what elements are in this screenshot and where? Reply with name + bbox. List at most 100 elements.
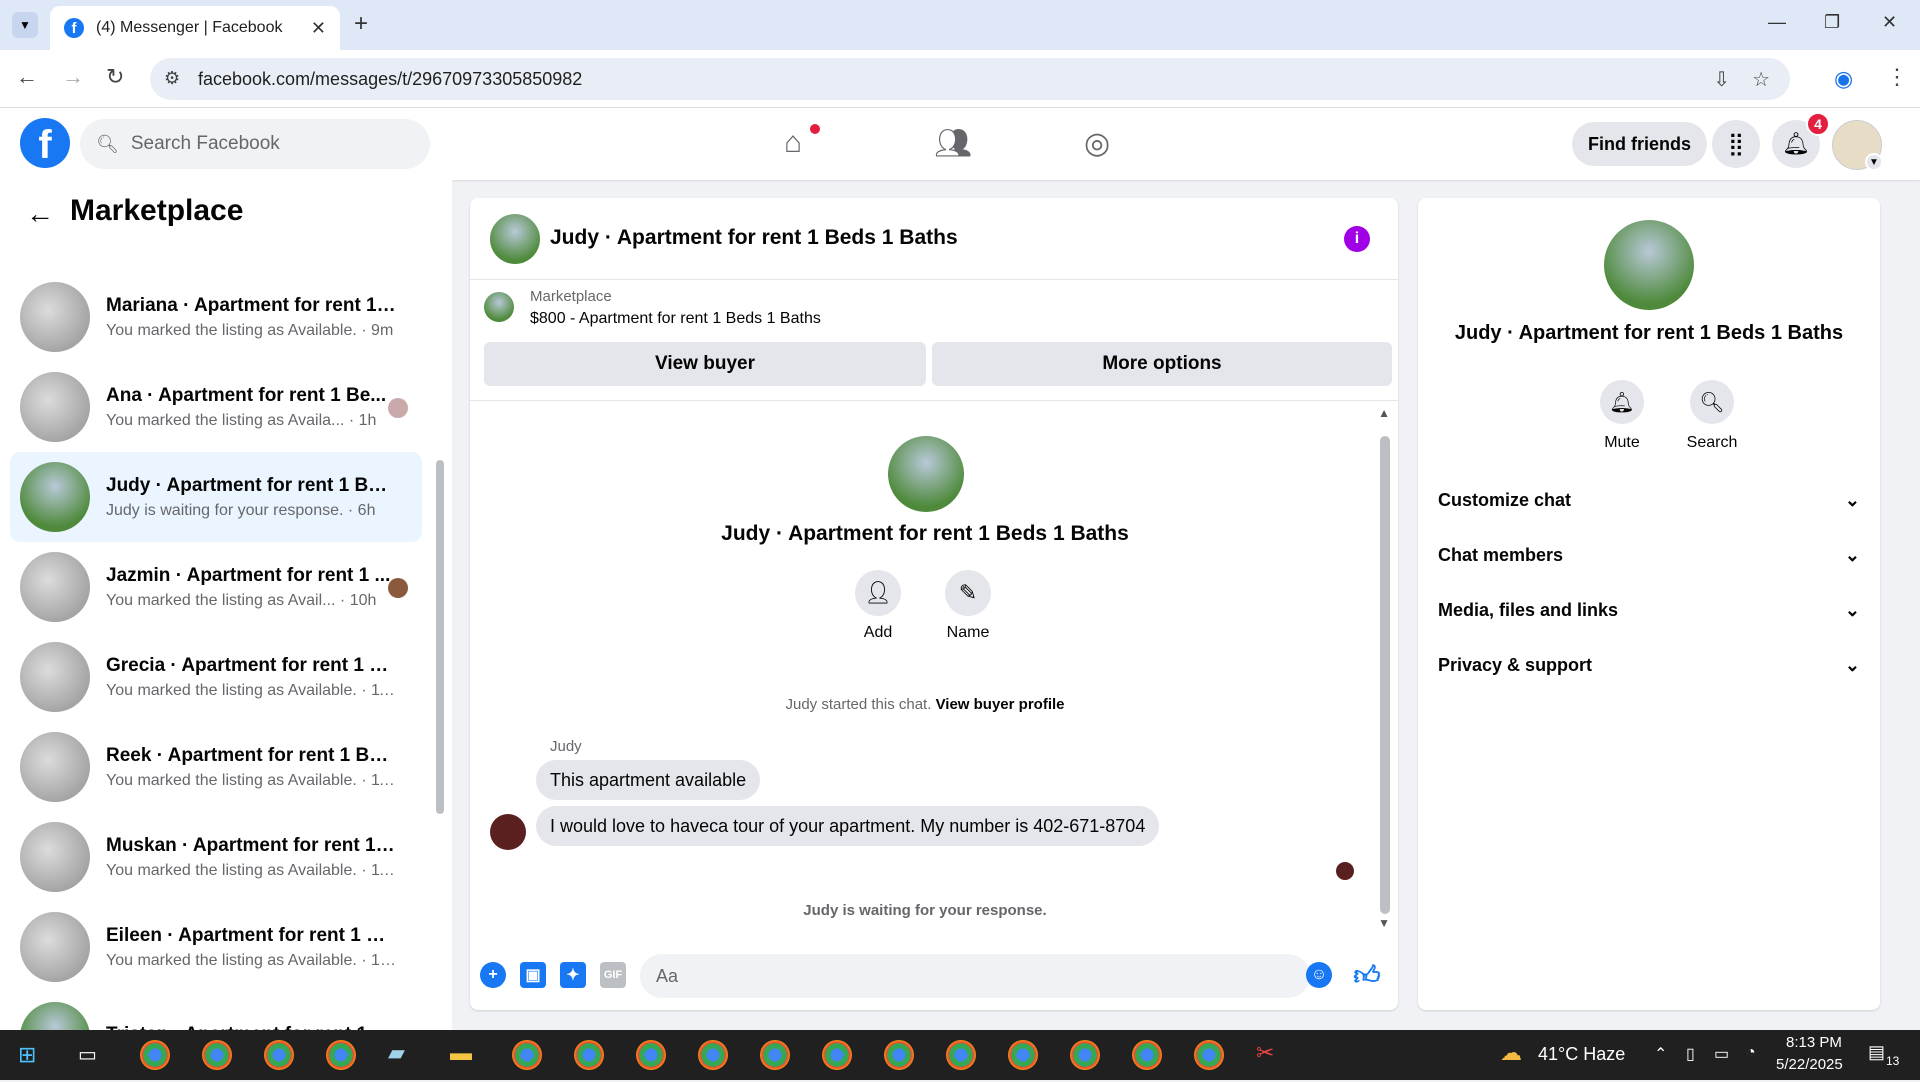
chrome-icon[interactable] (698, 1040, 728, 1070)
listing-thumbnail[interactable] (484, 292, 514, 322)
chrome-icon[interactable] (512, 1040, 542, 1070)
app-icon[interactable]: ▰ (388, 1040, 405, 1066)
chrome-icon[interactable] (822, 1040, 852, 1070)
chrome-icon[interactable] (1132, 1040, 1162, 1070)
install-app-icon[interactable]: ⇩ (1713, 67, 1730, 92)
add-people-action[interactable]: 👤︎ Add (838, 570, 918, 642)
message-bubble[interactable]: I would love to haveca tour of your apar… (536, 806, 1160, 846)
chrome-icon[interactable] (1008, 1040, 1038, 1070)
chat-members-section[interactable]: Chat members ⌄ (1438, 545, 1860, 566)
restore-icon[interactable]: ❐ (1824, 12, 1840, 33)
notification-center-icon[interactable]: ▤ (1868, 1042, 1885, 1063)
file-explorer-icon[interactable]: ▬ (450, 1040, 472, 1066)
new-tab-icon[interactable]: + (354, 10, 368, 38)
minimize-icon[interactable]: — (1768, 12, 1786, 33)
windows-start-icon[interactable]: ⊞ (18, 1042, 36, 1068)
wifi-icon[interactable]: ◔ (1746, 1044, 1756, 1062)
conversation-name: Reek · Apartment for rent 1 Beds... (106, 744, 396, 766)
conversation-item[interactable]: Eileen · Apartment for rent 1 Be... You m… (10, 902, 422, 992)
customize-chat-section[interactable]: Customize chat ⌄ (1438, 490, 1860, 511)
weather-icon[interactable]: ☁ (1500, 1040, 1522, 1066)
chrome-icon[interactable] (264, 1040, 294, 1070)
facebook-logo-icon[interactable]: f (20, 118, 70, 168)
scroll-up-arrow-icon[interactable]: ▲ (1378, 406, 1390, 420)
back-icon[interactable]: ← (16, 64, 38, 90)
groups-icon[interactable]: ◎ (1084, 126, 1110, 161)
chrome-icon[interactable] (946, 1040, 976, 1070)
privacy-support-section[interactable]: Privacy & support ⌄ (1438, 655, 1860, 676)
forward-icon[interactable]: → (62, 64, 84, 90)
emoji-icon[interactable]: ☺ (1306, 962, 1332, 988)
find-friends-button[interactable]: Find friends (1572, 122, 1707, 166)
chrome-icon[interactable] (326, 1040, 356, 1070)
chrome-icon[interactable] (1070, 1040, 1100, 1070)
message-input[interactable]: Aa (640, 954, 1310, 998)
sender-avatar[interactable] (490, 814, 526, 850)
sidebar-title: Marketplace (70, 194, 244, 227)
site-info-icon[interactable]: ⚙ (164, 68, 180, 89)
clock-time[interactable]: 8:13 PM (1786, 1034, 1842, 1051)
clock-date[interactable]: 5/22/2025 (1776, 1056, 1843, 1073)
conversation-name: Jazmin · Apartment for rent 1 ... (106, 564, 391, 586)
battery-icon[interactable]: ▭ (1714, 1044, 1729, 1064)
mute-action[interactable]: 🔔︎ Mute (1582, 380, 1662, 452)
chrome-icon[interactable] (636, 1040, 666, 1070)
sidebar-scrollbar[interactable] (436, 460, 444, 814)
more-options-button[interactable]: More options (932, 342, 1392, 386)
tray-chevron-icon[interactable]: ⌃ (1654, 1044, 1667, 1064)
chat-title[interactable]: Judy · Apartment for rent 1 Beds 1 Baths (550, 226, 958, 250)
view-buyer-button[interactable]: View buyer (484, 342, 926, 386)
home-icon[interactable]: ⌂ (784, 126, 802, 160)
conversation-item[interactable]: Reek · Apartment for rent 1 Beds... You m… (10, 722, 422, 812)
conversation-preview: You marked the listing as Avail... · 10h (106, 591, 377, 609)
bookmark-star-icon[interactable]: ☆ (1752, 67, 1770, 92)
menu-grid-icon[interactable]: ⣿ (1712, 120, 1760, 168)
close-window-icon[interactable]: ✕ (1882, 12, 1897, 33)
search-action[interactable]: 🔍︎ Search (1672, 380, 1752, 452)
reload-icon[interactable]: ↻ (106, 64, 124, 90)
chrome-icon[interactable] (202, 1040, 232, 1070)
listing-title[interactable]: $800 - Apartment for rent 1 Beds 1 Baths (530, 310, 821, 328)
chat-avatar[interactable] (490, 214, 540, 264)
chat-scrollbar[interactable] (1380, 436, 1390, 914)
conversation-item[interactable]: Jazmin · Apartment for rent 1 ... You mar… (10, 542, 422, 632)
back-arrow-icon[interactable]: ← (26, 198, 54, 230)
chrome-icon[interactable] (884, 1040, 914, 1070)
listing-thumbnail (20, 282, 90, 352)
chrome-icon[interactable] (1194, 1040, 1224, 1070)
profile-icon[interactable]: ◉ (1834, 66, 1853, 92)
close-tab-icon[interactable]: ✕ (311, 18, 326, 39)
conversation-item[interactable]: Muskan · Apartment for rent 1 B... You ma… (10, 812, 422, 902)
conversation-item-selected[interactable]: Judy · Apartment for rent 1 Beds... Judy … (10, 452, 422, 542)
friends-icon[interactable]: 👥︎ (934, 126, 972, 161)
account-avatar[interactable]: ▼ (1832, 120, 1883, 171)
media-files-section[interactable]: Media, files and links ⌄ (1438, 600, 1860, 621)
photo-icon[interactable]: ▣ (520, 962, 546, 988)
browser-menu-icon[interactable]: ⋮ (1886, 64, 1908, 90)
view-buyer-profile-link[interactable]: View buyer profile (936, 696, 1065, 713)
snipping-tool-icon[interactable]: ✂ (1256, 1040, 1274, 1066)
like-thumb-icon[interactable]: 👍︎ (1353, 960, 1380, 990)
weather-text[interactable]: 41°C Haze (1538, 1044, 1625, 1065)
chrome-icon[interactable] (140, 1040, 170, 1070)
tray-app-icon[interactable]: ▯ (1686, 1044, 1695, 1064)
conversation-item[interactable]: Grecia · Apartment for rent 1 Be... You m… (10, 632, 422, 722)
plus-icon[interactable]: + (480, 962, 506, 988)
search-input[interactable]: 🔍︎ Search Facebook (80, 119, 430, 169)
conversation-name: Muskan · Apartment for rent 1 B... (106, 834, 396, 856)
gif-icon[interactable]: GIF (600, 962, 626, 988)
message-bubble[interactable]: This apartment available (536, 760, 761, 800)
chrome-icon[interactable] (760, 1040, 790, 1070)
task-view-icon[interactable]: ▭ (78, 1042, 97, 1067)
conversation-item[interactable]: Ana · Apartment for rent 1 Be... You mark… (10, 362, 422, 452)
conversation-item[interactable]: Mariana · Apartment for rent 1 B... You m… (10, 272, 422, 362)
browser-tab[interactable]: f (4) Messenger | Facebook ✕ (50, 6, 340, 50)
sticker-icon[interactable]: ✦ (560, 962, 586, 988)
tab-search-dropdown-icon[interactable]: ▼ (12, 12, 38, 38)
name-chat-action[interactable]: ✎ Name (928, 570, 1008, 642)
address-bar[interactable]: ⚙ facebook.com/messages/t/29670973305850… (150, 58, 1790, 100)
listing-thumbnail (20, 372, 90, 442)
info-icon[interactable]: i (1344, 226, 1370, 252)
conversation-preview: You marked the listing as Availa... · 1h (106, 411, 377, 429)
chrome-icon[interactable] (574, 1040, 604, 1070)
